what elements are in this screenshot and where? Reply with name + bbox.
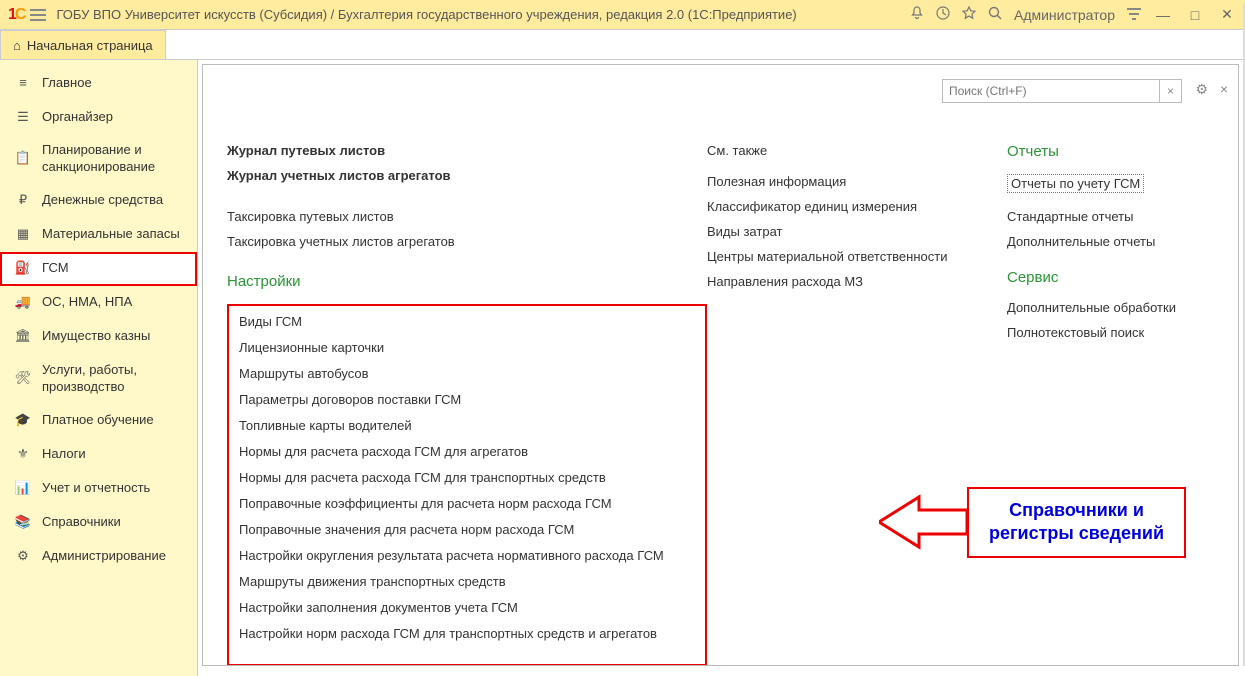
sidebar-item-refs[interactable]: 📚Справочники [0, 506, 197, 540]
search-clear-button[interactable]: × [1160, 79, 1182, 103]
report-icon: 📊 [14, 480, 32, 498]
link-fuel-types[interactable]: Виды ГСМ [239, 314, 695, 329]
user-label[interactable]: Администратор [1014, 7, 1115, 23]
cap-icon: 🎓 [14, 412, 32, 430]
section-reports-head: Отчеты [1007, 143, 1214, 160]
sidebar-item-admin[interactable]: ⚙Администрирование [0, 540, 197, 574]
ruble-icon: ₽ [14, 192, 32, 210]
maximize-button[interactable]: □ [1185, 7, 1205, 23]
search-input[interactable] [942, 79, 1160, 103]
main-panel: × ⚙ × Журнал путевых листов Журнал учетн… [202, 64, 1239, 666]
link-standard-reports[interactable]: Стандартные отчеты [1007, 209, 1214, 224]
link-license-cards[interactable]: Лицензионные карточки [239, 340, 695, 355]
link-taxing-sheets[interactable]: Таксировка путевых листов [227, 209, 707, 224]
sidebar-item-materials[interactable]: ▦Материальные запасы [0, 218, 197, 252]
main-menu-icon[interactable] [28, 5, 48, 25]
book-icon: 📚 [14, 514, 32, 532]
sidebar-item-assets[interactable]: 🚚ОС, НМА, НПА [0, 286, 197, 320]
sidebar: ≡Главное ☰Органайзер 📋Планирование и сан… [0, 60, 198, 676]
column-reports: Отчеты Отчеты по учету ГСМ Стандартные о… [1007, 143, 1214, 666]
sidebar-item-accounting[interactable]: 📊Учет и отчетность [0, 472, 197, 506]
layout: ≡Главное ☰Органайзер 📋Планирование и сан… [0, 60, 1245, 676]
sidebar-item-treasury[interactable]: 🏛Имущество казны [0, 320, 197, 354]
sidebar-item-planning[interactable]: 📋Планирование и санкционирование [0, 134, 197, 184]
sidebar-item-fuel[interactable]: ⛽ГСМ [0, 252, 197, 286]
column-see-also: См. также Полезная информация Классифика… [707, 143, 1007, 666]
top-toolbar: Администратор — □ ✕ [910, 6, 1237, 23]
tab-home[interactable]: ⌂ Начальная страница [0, 30, 166, 59]
sidebar-item-money[interactable]: ₽Денежные средства [0, 184, 197, 218]
link-correction-coef[interactable]: Поправочные коэффициенты для расчета нор… [239, 496, 695, 511]
link-fuel-reports[interactable]: Отчеты по учету ГСМ [1007, 174, 1144, 193]
link-norms-vehicles[interactable]: Нормы для расчета расхода ГСМ для трансп… [239, 470, 695, 485]
sidebar-item-services[interactable]: 🛠Услуги, работы, производство [0, 354, 197, 404]
link-doc-fill-settings[interactable]: Настройки заполнения документов учета ГС… [239, 600, 695, 615]
sidebar-item-education[interactable]: 🎓Платное обучение [0, 404, 197, 438]
section-see-also-head: См. также [707, 143, 1007, 158]
eagle-icon: ⚜ [14, 446, 32, 464]
link-norms-aggregates[interactable]: Нормы для расчета расхода ГСМ для агрега… [239, 444, 695, 459]
link-fulltext-search[interactable]: Полнотекстовый поиск [1007, 325, 1214, 340]
link-rounding[interactable]: Настройки округления результата расчета … [239, 548, 695, 563]
fuel-icon: ⛽ [14, 260, 32, 278]
link-taxing-aggregates[interactable]: Таксировка учетных листов агрегатов [227, 234, 707, 249]
gear-icon: ⚙ [14, 548, 32, 566]
arrow-left-icon [879, 492, 969, 552]
search-icon[interactable] [988, 6, 1002, 23]
link-vehicle-routes[interactable]: Маршруты движения транспортных средств [239, 574, 695, 589]
columns: Журнал путевых листов Журнал учетных лис… [227, 143, 1214, 666]
title-bar: 1С ГОБУ ВПО Университет искусств (Субсид… [0, 0, 1245, 30]
app-logo: 1С [8, 6, 24, 24]
link-cost-types[interactable]: Виды затрат [707, 224, 1007, 239]
link-additional-reports[interactable]: Дополнительные отчеты [1007, 234, 1214, 249]
callout-line2: регистры сведений [989, 522, 1164, 545]
link-responsibility[interactable]: Центры материальной ответственности [707, 249, 1007, 264]
panel-close-icon[interactable]: × [1220, 81, 1228, 97]
sidebar-item-taxes[interactable]: ⚜Налоги [0, 438, 197, 472]
section-service-head: Сервис [1007, 269, 1214, 286]
list-icon: ≡ [14, 74, 32, 92]
close-button[interactable]: ✕ [1217, 6, 1237, 23]
settings-gear-icon[interactable]: ⚙ [1195, 81, 1208, 98]
link-norm-settings[interactable]: Настройки норм расхода ГСМ для транспорт… [239, 626, 695, 641]
bell-icon[interactable] [910, 6, 924, 23]
link-correction-values[interactable]: Поправочные значения для расчета норм ра… [239, 522, 695, 537]
note-icon: ☰ [14, 108, 32, 126]
link-contract-params[interactable]: Параметры договоров поставки ГСМ [239, 392, 695, 407]
tools-icon: 🛠 [14, 370, 32, 388]
callout-box: Справочники и регистры сведений [967, 487, 1186, 558]
history-icon[interactable] [936, 6, 950, 23]
column-main: Журнал путевых листов Журнал учетных лис… [227, 143, 707, 666]
link-mz-directions[interactable]: Направления расхода МЗ [707, 274, 1007, 289]
search-wrap: × [942, 79, 1182, 103]
link-journal-aggregates[interactable]: Журнал учетных листов агрегатов [227, 168, 707, 183]
window-title: ГОБУ ВПО Университет искусств (Субсидия)… [56, 7, 910, 22]
filter-icon[interactable] [1127, 7, 1141, 23]
section-settings-head: Настройки [227, 273, 707, 290]
star-icon[interactable] [962, 6, 976, 23]
minimize-button[interactable]: — [1153, 7, 1173, 23]
grid-icon: ▦ [14, 226, 32, 244]
settings-box: Виды ГСМ Лицензионные карточки Маршруты … [227, 304, 707, 666]
link-fuel-cards[interactable]: Топливные карты водителей [239, 418, 695, 433]
link-journal-sheets[interactable]: Журнал путевых листов [227, 143, 707, 158]
tab-bar: ⌂ Начальная страница [0, 30, 1245, 60]
tab-label: Начальная страница [27, 38, 153, 53]
truck-icon: 🚚 [14, 294, 32, 312]
home-icon: ⌂ [13, 38, 21, 53]
link-bus-routes[interactable]: Маршруты автобусов [239, 366, 695, 381]
link-additional-processing[interactable]: Дополнительные обработки [1007, 300, 1214, 315]
bank-icon: 🏛 [14, 328, 32, 346]
sidebar-item-organizer[interactable]: ☰Органайзер [0, 100, 197, 134]
callout: Справочники и регистры сведений [879, 487, 1186, 558]
sidebar-item-main[interactable]: ≡Главное [0, 66, 197, 100]
callout-line1: Справочники и [989, 499, 1164, 522]
link-units[interactable]: Классификатор единиц измерения [707, 199, 1007, 214]
clipboard-icon: 📋 [14, 150, 32, 168]
link-useful-info[interactable]: Полезная информация [707, 174, 1007, 189]
